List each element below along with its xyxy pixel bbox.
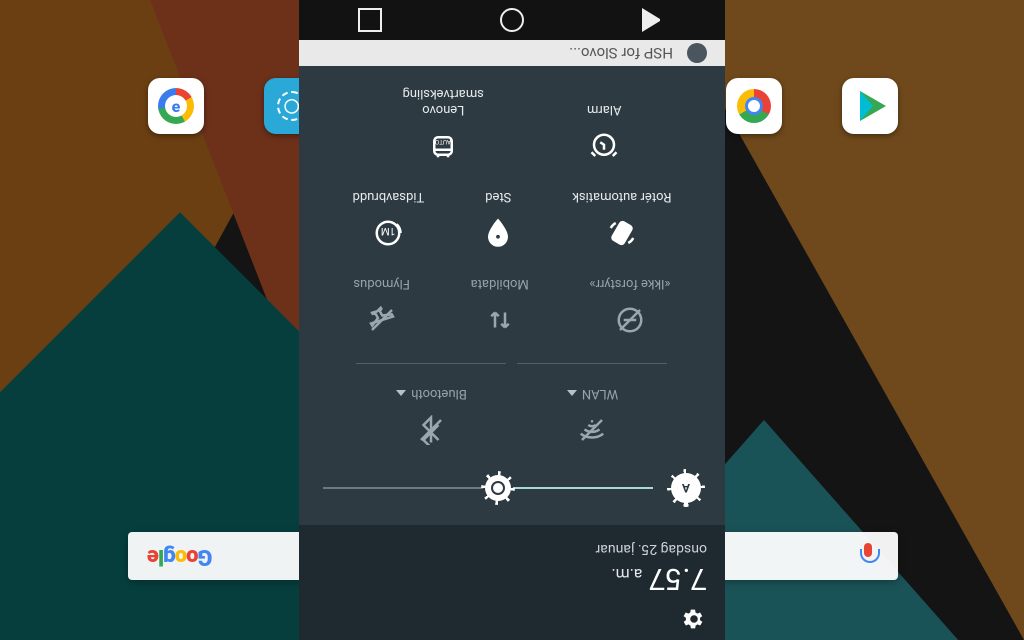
tile-dnd[interactable]: «Ikke forstyrr» xyxy=(589,276,670,335)
timeout-icon: 1M xyxy=(373,218,403,248)
bluetooth-off-icon xyxy=(417,415,447,445)
navigation-bar xyxy=(299,0,725,40)
clock-date: onsdag 25. januar xyxy=(317,541,707,557)
app-icon-browser[interactable]: e xyxy=(148,78,204,134)
svg-text:1M: 1M xyxy=(381,225,395,236)
chevron-down-icon[interactable] xyxy=(396,391,406,397)
quick-settings-panel: 7.57 a.m. onsdag 25. januar A xyxy=(299,0,725,640)
tile-wlan-label: WLAN xyxy=(582,386,618,401)
svg-text:AUTO: AUTO xyxy=(435,138,451,146)
clock-time: 7.57 xyxy=(649,561,708,596)
tile-bluetooth-label: Bluetooth xyxy=(411,386,467,401)
mobiledata-icon xyxy=(485,305,515,335)
chevron-down-icon[interactable] xyxy=(567,391,577,397)
brightness-slider[interactable]: A xyxy=(323,473,701,503)
smartswitch-icon: AUTO xyxy=(428,131,458,161)
airplane-icon xyxy=(367,305,397,335)
notification-title: HSP for Slovo... xyxy=(569,44,673,62)
tile-airplane[interactable]: Flymodus xyxy=(353,276,410,335)
tile-airplane-label: Flymodus xyxy=(353,276,410,291)
tile-smartswitch[interactable]: AUTO Lenovosmartveksling xyxy=(403,85,484,162)
tile-smartswitch-label: Lenovosmartveksling xyxy=(403,85,484,118)
tile-location[interactable]: Sted xyxy=(483,189,513,248)
brightness-thumb[interactable] xyxy=(485,475,511,501)
tile-dnd-label: «Ikke forstyrr» xyxy=(589,276,670,291)
notification-peek[interactable]: HSP for Slovo... xyxy=(299,40,725,66)
tile-autorotate-label: Rotér automatisk xyxy=(572,189,671,204)
tile-location-label: Sted xyxy=(485,189,511,204)
nav-home-icon[interactable] xyxy=(500,8,524,32)
autorotate-icon xyxy=(607,218,637,248)
tile-bluetooth[interactable]: Bluetooth xyxy=(357,363,507,445)
google-logo: Google xyxy=(148,544,212,569)
notification-app-icon xyxy=(687,43,707,63)
tile-alarm[interactable]: Alarm xyxy=(587,102,622,161)
app-icon-chrome[interactable] xyxy=(726,78,782,134)
mic-icon[interactable] xyxy=(858,543,878,569)
tile-alarm-label: Alarm xyxy=(587,102,622,117)
location-icon xyxy=(483,218,513,248)
app-icon-play-store[interactable] xyxy=(842,78,898,134)
tile-timeout[interactable]: 1M Tidsavbrudd xyxy=(353,189,425,248)
wifi-off-icon xyxy=(578,415,608,445)
tile-mobiledata-label: Mobildata xyxy=(471,276,529,291)
tile-mobiledata[interactable]: Mobildata xyxy=(471,276,529,335)
nav-recents-icon[interactable] xyxy=(358,8,382,32)
alarm-icon xyxy=(589,131,619,161)
tile-timeout-label: Tidsavbrudd xyxy=(353,189,425,204)
tile-wlan[interactable]: WLAN xyxy=(518,363,668,445)
settings-gear-icon[interactable] xyxy=(681,606,707,632)
auto-brightness-icon[interactable]: A xyxy=(671,473,701,503)
qs-header: 7.57 a.m. onsdag 25. januar xyxy=(299,525,725,640)
clock-ampm: a.m. xyxy=(611,565,642,584)
tile-autorotate[interactable]: Rotér automatisk xyxy=(572,189,671,248)
dnd-icon xyxy=(615,305,645,335)
nav-back-icon[interactable] xyxy=(642,8,666,32)
